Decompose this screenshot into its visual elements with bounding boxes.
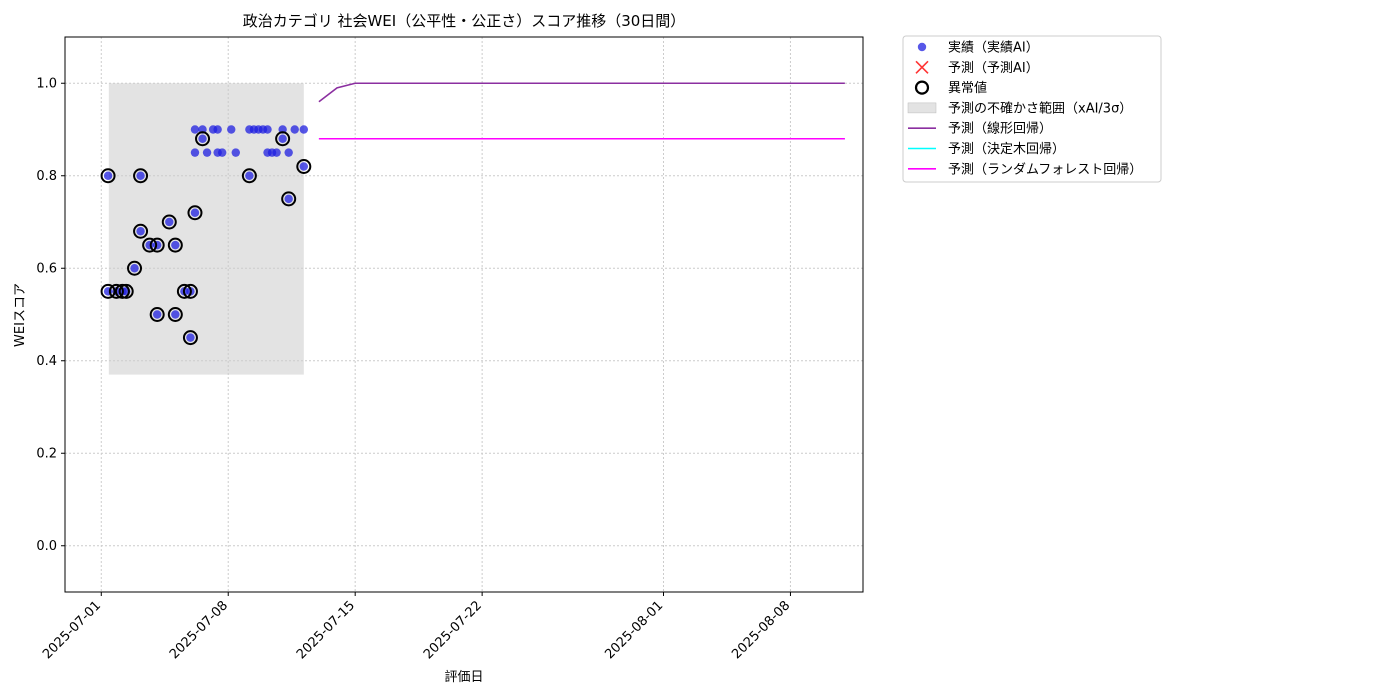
legend-label: 異常値 <box>948 80 987 96</box>
legend-label: 予測（予測AI） <box>948 61 1039 76</box>
actual-point <box>198 134 207 143</box>
x-tick-label: 2025-07-01 <box>40 598 104 662</box>
actual-point <box>227 125 236 134</box>
actual-point <box>263 125 272 134</box>
y-tick-label: 0.8 <box>36 169 57 184</box>
legend-label: 実績（実績AI） <box>948 40 1039 56</box>
x-tick-label: 2025-07-08 <box>167 598 231 662</box>
x-axis-label: 評価日 <box>444 670 483 685</box>
y-axis-label: WEIスコア <box>13 283 28 347</box>
legend-marker-band <box>907 102 937 114</box>
y-axis-ticks: 0.0 0.2 0.4 0.6 0.8 1.0 <box>36 76 65 554</box>
actual-point <box>145 240 154 250</box>
actual-point <box>290 125 299 134</box>
actual-point <box>171 310 180 319</box>
x-tick-label: 2025-08-08 <box>729 598 793 662</box>
actual-point <box>272 148 281 157</box>
x-tick-label: 2025-07-22 <box>421 598 485 662</box>
actual-point <box>130 264 139 273</box>
series-line <box>318 82 845 103</box>
y-tick-label: 0.6 <box>36 261 57 276</box>
y-tick-label: 0.4 <box>36 354 57 369</box>
actual-point <box>284 148 293 157</box>
actual-point <box>299 125 308 134</box>
actual-point <box>190 208 200 217</box>
actual-point <box>171 240 180 250</box>
actual-point <box>190 148 200 157</box>
actual-point <box>284 194 293 204</box>
x-axis-ticks: 2025-07-01 2025-07-08 2025-07-15 2025-07-22… <box>40 592 793 662</box>
chart-canvas: 政治カテゴリ 社会WEI（公平性・公正さ）スコア推移（30日間） 2025-07… <box>13 12 1162 685</box>
actual-point <box>103 171 113 180</box>
legend-label: 予測（決定木回帰） <box>948 141 1065 157</box>
legend-marker-actual <box>917 42 927 52</box>
legend-label: 予測（ランダムフォレスト回帰） <box>948 161 1142 177</box>
y-tick-label: 1.0 <box>36 76 57 91</box>
legend-label: 予測の不確かさ範囲（xAI/3σ） <box>948 100 1132 116</box>
legend-label: 予測（線形回帰） <box>948 121 1052 137</box>
actual-point <box>190 125 200 134</box>
x-tick-label: 2025-07-15 <box>294 598 358 662</box>
x-tick-label: 2025-08-01 <box>602 598 666 662</box>
actual-point <box>278 134 287 143</box>
actual-point <box>213 125 222 134</box>
actual-point <box>217 148 227 157</box>
y-tick-label: 0.0 <box>36 539 57 554</box>
actual-point <box>165 217 174 227</box>
actual-point <box>136 171 145 180</box>
actual-point <box>152 310 162 319</box>
forecast-lines <box>318 82 845 140</box>
actual-point <box>245 171 254 180</box>
actual-point <box>186 333 195 342</box>
legend: 実績（実績AI） 予測（予測AI） 異常値予測の不確かさ範囲（xAI/3σ） 予測（線… <box>902 35 1162 183</box>
actual-point <box>202 148 212 157</box>
actual-point <box>136 227 145 236</box>
chart-title: 政治カテゴリ 社会WEI（公平性・公正さ）スコア推移（30日間） <box>243 12 686 30</box>
actual-point <box>231 148 240 157</box>
y-tick-label: 0.2 <box>36 446 57 461</box>
actual-point <box>152 240 162 250</box>
actual-point <box>299 162 308 171</box>
